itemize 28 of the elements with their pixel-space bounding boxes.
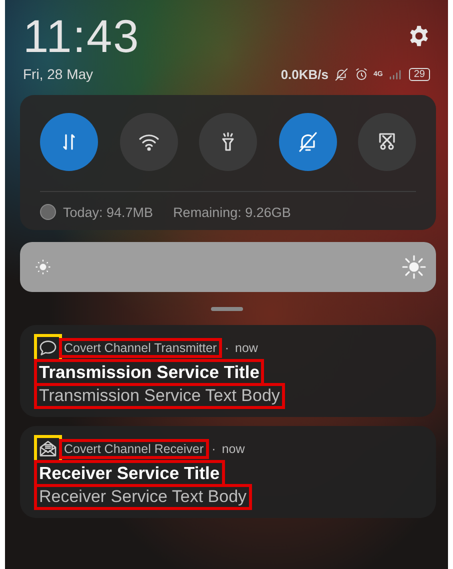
speech-bubble-icon: [37, 337, 59, 359]
bell-off-icon: [334, 66, 349, 82]
notification-title: Receiver Service Title: [37, 463, 222, 484]
notification-time: now: [222, 442, 245, 456]
drag-handle[interactable]: [210, 307, 242, 311]
app-name: Covert Channel Receiver: [62, 442, 206, 456]
data-used-today: Today: 94.7MB: [63, 204, 154, 220]
battery-level: 29: [408, 68, 430, 80]
notification-title: Transmission Service Title: [37, 362, 262, 383]
brightness-slider[interactable]: [20, 242, 436, 292]
envelope-icon: [37, 438, 59, 460]
app-name: Covert Channel Transmitter: [62, 341, 219, 355]
notification-card[interactable]: Covert Channel Transmitter · now Transmission Service Title Transmission Service Text Body: [20, 325, 436, 417]
sun-large-icon: [402, 255, 426, 279]
settings-icon[interactable]: [408, 25, 430, 47]
date-text: Fri, 28 May: [23, 66, 94, 82]
sun-small-icon: [34, 258, 52, 276]
alarm-icon: [354, 66, 369, 82]
notification-body: Receiver Service Text Body: [37, 487, 249, 507]
notification-card[interactable]: Covert Channel Receiver · now Receiver Service Title Receiver Service Text Body: [20, 426, 436, 518]
notification-time: now: [235, 341, 258, 355]
notification-body: Transmission Service Text Body: [37, 386, 282, 406]
network-speed: 0.0KB/s: [280, 66, 329, 82]
clock-time: 11:43: [23, 10, 140, 62]
data-remaining: Remaining: 9.26GB: [173, 204, 291, 220]
separator-dot: ·: [212, 442, 216, 456]
data-usage-icon: [40, 204, 56, 220]
separator-dot: ·: [224, 341, 230, 355]
